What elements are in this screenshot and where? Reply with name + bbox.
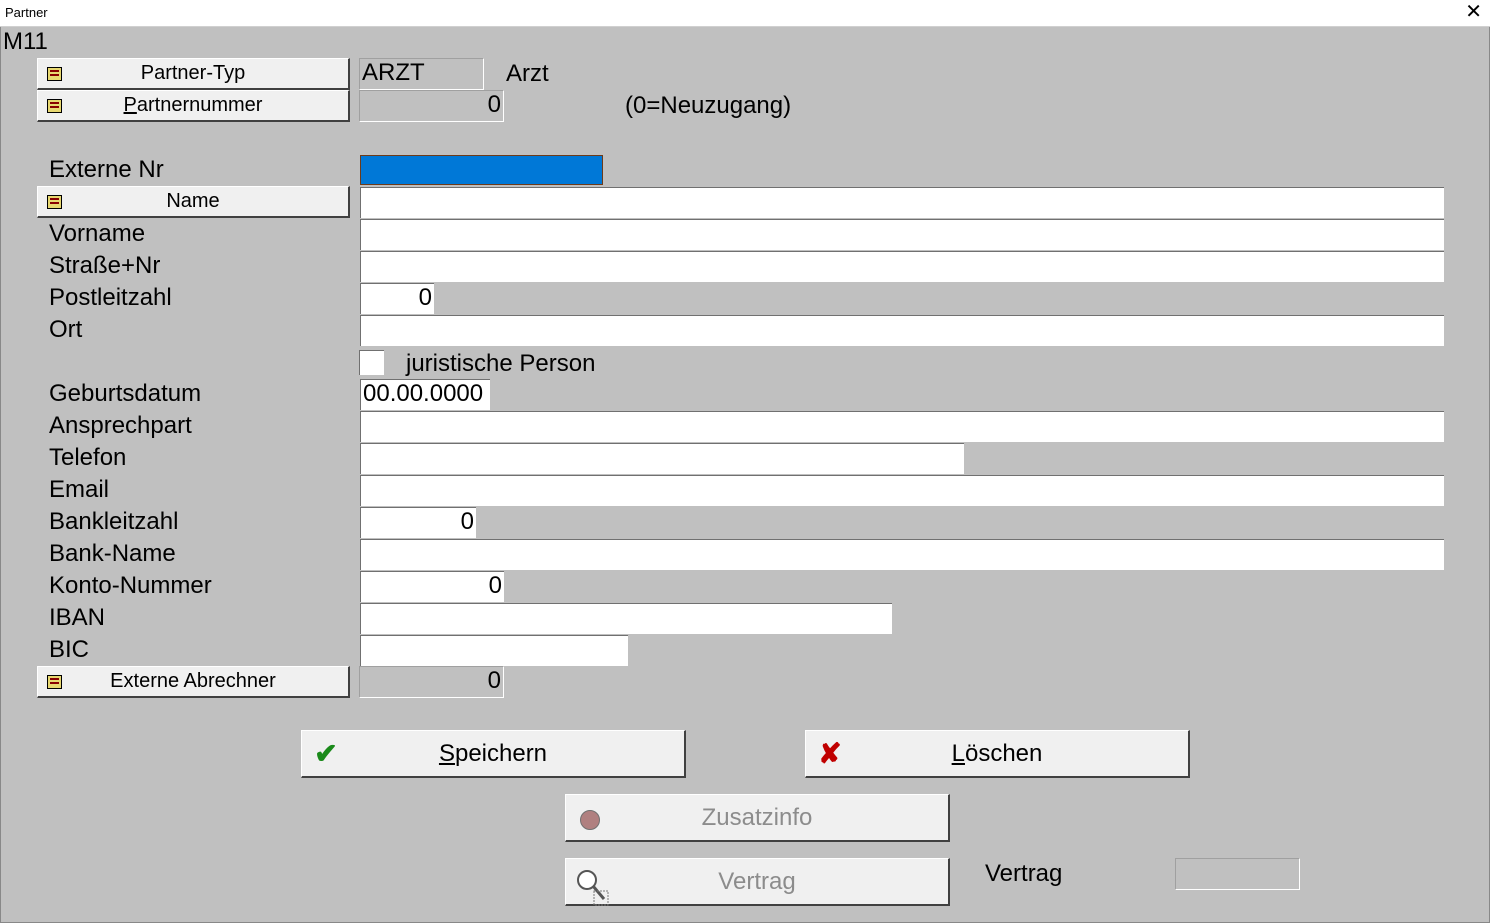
partner-typ-value: ARZT [359,58,484,90]
iban-input[interactable] [360,603,892,634]
lookup-icon [47,99,62,113]
window-title: Partner [5,5,48,20]
form-code: M11 [3,28,48,55]
bank-name-label: Bank-Name [49,540,176,567]
ort-label: Ort [49,316,83,343]
partnernummer-button[interactable]: Partnernummer [37,90,350,122]
title-bar: Partner ✕ [0,0,1490,27]
checkmark-icon: ✔ [314,738,338,769]
name-input[interactable] [360,187,1444,218]
zusatzinfo-button[interactable]: Zusatzinfo [565,794,950,842]
lookup-icon [47,67,62,81]
bic-label: BIC [49,636,90,663]
bankleitzahl-label: Bankleitzahl [49,508,179,535]
bankleitzahl-input[interactable]: 0 [360,507,476,538]
strasse-input[interactable] [360,251,1444,282]
ort-input[interactable] [360,315,1444,346]
info-icon [574,803,606,833]
externe-nr-label: Externe Nr [49,156,164,183]
partner-typ-button[interactable]: Partner-Typ [37,58,350,90]
partnernummer-value: 0 [359,90,504,122]
bank-name-input[interactable] [360,539,1444,570]
close-icon[interactable]: ✕ [1465,2,1482,22]
bic-input[interactable] [360,635,628,666]
externe-nr-input[interactable] [360,155,603,185]
email-input[interactable] [360,475,1444,506]
konto-nummer-input[interactable]: 0 [360,571,504,602]
geburtsdatum-input[interactable]: 00.00.0000 [360,379,490,410]
name-button[interactable]: Name [37,186,350,218]
vertrag-status-label: Vertrag [985,860,1063,887]
email-label: Email [49,476,110,503]
vorname-label: Vorname [49,220,146,247]
lookup-icon [47,675,62,689]
externe-abrechner-button-label: Externe Abrechner [110,670,276,692]
ansprechpart-input[interactable] [360,411,1444,442]
vertrag-button[interactable]: Vertrag [565,858,950,906]
partnernummer-button-label: Partnernummer [123,94,263,116]
externe-abrechner-value: 0 [359,666,504,698]
plz-input[interactable]: 0 [360,283,434,314]
externe-abrechner-button[interactable]: Externe Abrechner [37,666,350,698]
speichern-button[interactable]: ✔ Speichern [301,730,686,778]
juristische-person-checkbox[interactable] [359,350,384,375]
ansprechpart-label: Ansprechpart [49,412,192,439]
loeschen-button[interactable]: ✘ Löschen [805,730,1190,778]
partnernummer-hint: (0=Neuzugang) [625,92,792,119]
search-icon [574,867,609,906]
partner-typ-description: Arzt [506,60,549,87]
x-icon: ✘ [818,738,842,769]
plz-label: Postleitzahl [49,284,172,311]
partner-typ-button-label: Partner-Typ [140,62,246,84]
iban-label: IBAN [49,604,106,631]
telefon-input[interactable] [360,443,964,474]
vorname-input[interactable] [360,219,1444,250]
name-button-label: Name [166,190,220,212]
vertrag-status-value [1175,858,1300,890]
konto-nummer-label: Konto-Nummer [49,572,212,599]
juristische-person-label: juristische Person [406,350,596,377]
lookup-icon [47,195,62,209]
geburtsdatum-label: Geburtsdatum [49,380,202,407]
strasse-label: Straße+Nr [49,252,161,279]
telefon-label: Telefon [49,444,127,471]
